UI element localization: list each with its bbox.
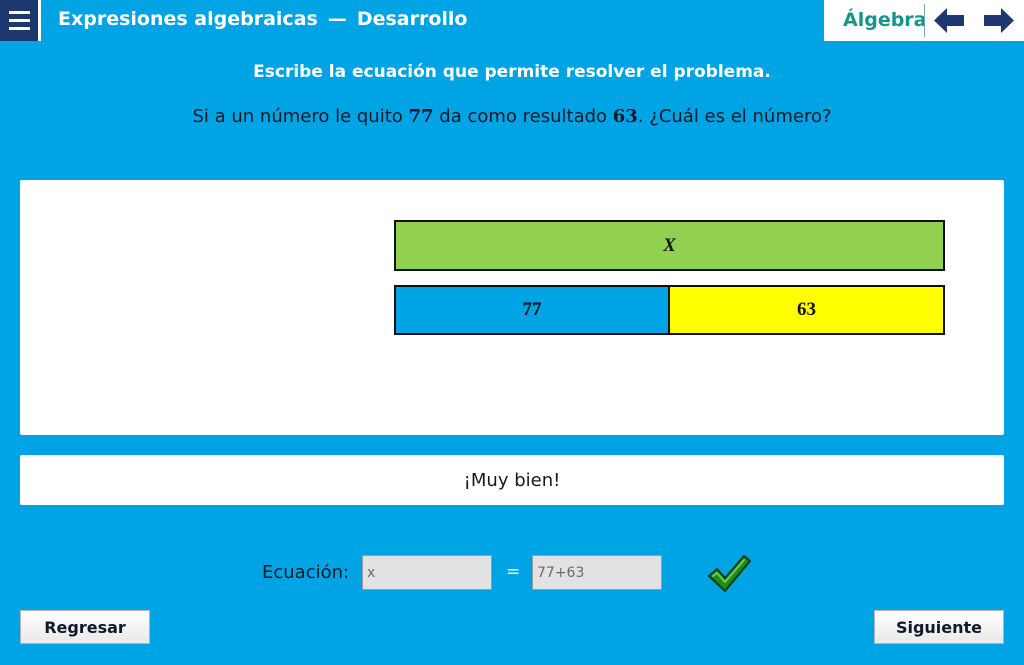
problem-text: da como resultado bbox=[433, 106, 613, 127]
bar-part-1-label: 77 bbox=[522, 299, 542, 320]
bar-part-2: 63 bbox=[668, 285, 945, 335]
equation-label: Ecuación: bbox=[262, 562, 350, 583]
arrow-left-icon[interactable] bbox=[934, 8, 964, 33]
top-bar: Expresiones algebraicas — Desarrollo Álgeb… bbox=[0, 0, 1024, 41]
problem-text: . ¿Cuál es el número? bbox=[637, 106, 832, 127]
feedback-text: ¡Muy bien! bbox=[463, 469, 561, 491]
page-title: Expresiones algebraicas — Desarrollo bbox=[58, 8, 468, 30]
hamburger-menu-icon bbox=[9, 27, 30, 30]
arrow-right-icon[interactable] bbox=[984, 8, 1014, 33]
bar-part-2-label: 63 bbox=[797, 299, 816, 320]
topic-title: Expresiones algebraicas bbox=[58, 8, 318, 30]
bar-total: X bbox=[394, 220, 945, 271]
problem-value: 77 bbox=[408, 106, 434, 127]
diagram-panel: X 77 63 bbox=[20, 180, 1004, 435]
hamburger-menu-icon bbox=[9, 11, 30, 14]
section-title: Desarrollo bbox=[356, 8, 468, 30]
menu-button[interactable] bbox=[0, 0, 41, 41]
subject-link[interactable]: Álgebra bbox=[843, 9, 927, 31]
next-button[interactable]: Siguiente bbox=[874, 610, 1004, 644]
problem-statement: Si a un número le quito 77 da como resul… bbox=[0, 106, 1024, 127]
title-separator: — bbox=[327, 8, 347, 30]
equation-left-input[interactable] bbox=[362, 555, 492, 590]
instruction-text: Escribe la ecuación que permite resolver… bbox=[253, 62, 771, 82]
header-nav: Álgebra bbox=[824, 0, 1024, 41]
back-button[interactable]: Regresar bbox=[20, 610, 150, 644]
problem-text: Si a un número le quito bbox=[192, 106, 409, 127]
equation-right-input[interactable] bbox=[532, 555, 662, 590]
problem-value: 63 bbox=[612, 106, 638, 127]
hamburger-menu-icon bbox=[9, 19, 30, 22]
header-divider bbox=[924, 4, 925, 37]
equals-sign: = bbox=[506, 562, 521, 582]
bar-total-label: X bbox=[663, 234, 676, 256]
bar-part-1: 77 bbox=[394, 285, 670, 335]
feedback-box: ¡Muy bien! bbox=[20, 455, 1004, 505]
checkmark-icon bbox=[708, 555, 751, 592]
